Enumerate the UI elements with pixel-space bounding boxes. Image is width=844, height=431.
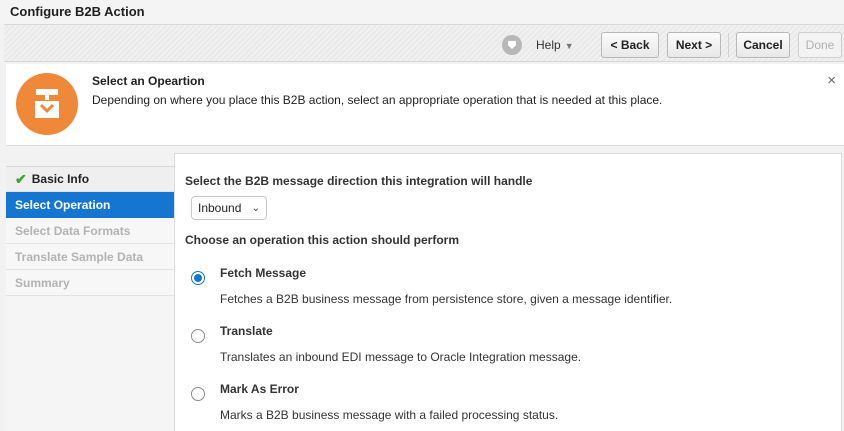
- oracle-help-icon[interactable]: [502, 35, 522, 55]
- info-banner: Select an Opeartion Depending on where y…: [6, 64, 844, 146]
- done-button[interactable]: Done: [798, 32, 842, 58]
- option-title: Translate: [220, 324, 273, 338]
- help-label: Help: [536, 38, 561, 52]
- next-button[interactable]: Next >: [667, 32, 721, 58]
- option-description: Marks a B2B business message with a fail…: [220, 408, 559, 422]
- operation-form: Select the B2B message direction this in…: [174, 153, 842, 431]
- close-icon[interactable]: ×: [827, 72, 836, 89]
- nav-step-select-operation[interactable]: Select Operation: [6, 192, 174, 218]
- nav-step-label: Basic Info: [31, 172, 90, 186]
- radio-translate[interactable]: [191, 329, 205, 343]
- direction-value: Inbound: [198, 201, 242, 215]
- direction-select[interactable]: Inbound ⌄: [191, 196, 267, 220]
- nav-step-label: Translate Sample Data: [15, 249, 144, 264]
- radio-mark-as-error[interactable]: [191, 387, 205, 401]
- chevron-down-icon: ▼: [564, 41, 574, 51]
- nav-step-basic-info[interactable]: ✔ Basic Info: [6, 166, 174, 192]
- direction-label: Select the B2B message direction this in…: [185, 174, 533, 188]
- info-title: Select an Opeartion: [92, 74, 205, 88]
- nav-step-select-data-formats: Select Data Formats: [6, 218, 174, 244]
- cancel-button[interactable]: Cancel: [736, 32, 790, 58]
- info-description: Depending on where you place this B2B ac…: [92, 93, 663, 107]
- b2b-action-icon: [16, 73, 78, 135]
- chevron-down-icon: ⌄: [251, 202, 260, 214]
- option-description: Translates an inbound EDI message to Ora…: [220, 350, 582, 364]
- operation-label: Choose an operation this action should p…: [185, 233, 460, 247]
- nav-step-summary: Summary: [6, 270, 174, 296]
- nav-step-label: Select Operation: [15, 197, 111, 212]
- window-title: Configure B2B Action: [0, 0, 844, 24]
- wizard-steps-nav: ✔ Basic Info Select Operation Select Dat…: [6, 166, 174, 431]
- option-description: Fetches a B2B business message from pers…: [220, 292, 673, 306]
- help-menu[interactable]: Help ▼: [536, 38, 574, 52]
- option-title: Fetch Message: [220, 266, 307, 280]
- back-button[interactable]: < Back: [601, 32, 659, 58]
- nav-step-label: Select Data Formats: [15, 223, 131, 238]
- radio-fetch-message[interactable]: [191, 271, 205, 285]
- nav-step-translate-sample-data: Translate Sample Data: [6, 244, 174, 270]
- nav-step-label: Summary: [15, 275, 70, 290]
- toolbar-divider: [728, 33, 729, 57]
- option-title: Mark As Error: [220, 382, 299, 396]
- checkmark-icon: ✔: [15, 170, 27, 187]
- wizard-toolbar: Help ▼ < Back Next > Cancel Done: [4, 24, 844, 62]
